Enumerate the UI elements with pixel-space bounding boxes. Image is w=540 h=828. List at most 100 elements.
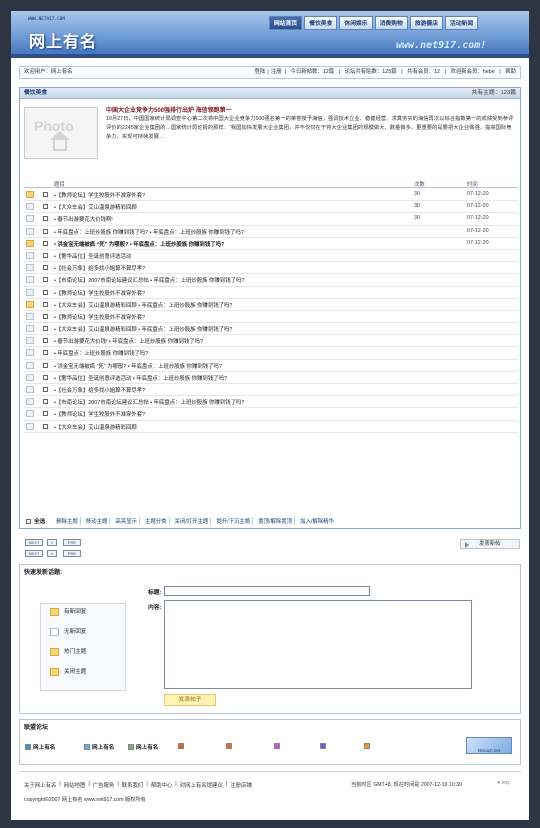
row-checkbox[interactable] xyxy=(43,265,48,271)
site-icon[interactable] xyxy=(364,743,370,749)
featured-title[interactable]: 中国大企业竞争力500强排行出炉 海信领跑第一 xyxy=(106,105,232,114)
row-checkbox[interactable] xyxy=(43,289,48,295)
prev-page-button[interactable]: PRE xyxy=(63,539,81,546)
op-close-open[interactable]: 关闭/打开主题 xyxy=(173,517,212,525)
login-link[interactable]: 登陆 xyxy=(255,67,266,78)
table-row[interactable]: • 年底盘点：上班炒股族 你赚到钱了吗? xyxy=(24,347,518,360)
row-checkbox[interactable] xyxy=(43,240,48,246)
next-page-button[interactable]: NEXT xyxy=(25,539,43,546)
site-icon[interactable] xyxy=(226,743,232,749)
topic-title[interactable]: •【市南论坛】2007市南论坛建议汇总帖 • 年底盘点：上班炒股族 你赚到钱了吗… xyxy=(54,398,244,406)
footer-sitemap[interactable]: 网站地图 xyxy=(64,781,86,789)
table-row[interactable]: • 春节出游要花大价钱! • 年底盘点：上班炒股族 你赚到钱了吗? xyxy=(24,335,518,348)
row-checkbox[interactable] xyxy=(43,216,48,222)
row-checkbox[interactable] xyxy=(43,204,48,210)
last-page-icon[interactable]: » xyxy=(47,539,57,546)
topic-title[interactable]: •【大众车会】艾山温泉游精彩回顾 • 年底盘点：上班炒股族 你赚到钱了吗? xyxy=(54,325,232,333)
table-row[interactable]: • 春节出游要花大价钱啊! 30 07-12-20 xyxy=(24,213,518,226)
topic-title[interactable]: •【奢华品位】圣诞创意评选活动 • 年底盘点：上班炒股族 你赚到钱了吗? xyxy=(54,374,227,382)
topic-title[interactable]: • 洪金宝无端被疯 “死” 为哪般? • 年底盘点：上班炒股族 你赚到钱了吗? xyxy=(54,362,222,370)
topic-title[interactable]: •【教师论坛】学生狡股外不准穿外套? xyxy=(54,410,145,418)
table-row[interactable]: •【大众车会】艾山温泉游精彩回顾 30 07-12-20 xyxy=(24,201,518,214)
table-row[interactable]: •【奢华品位】圣诞创意评选活动 • 年底盘点：上班炒股族 你赚到钱了吗? xyxy=(24,372,518,384)
nav-home[interactable]: 网站首页 xyxy=(269,16,303,30)
next-page-button-2[interactable]: NEXT xyxy=(25,550,43,557)
table-row[interactable]: •【大众车会】艾山温泉游精彩回顾 xyxy=(24,421,518,433)
footer-suggest[interactable]: 对网上有名提建议 xyxy=(180,781,223,789)
nav-travel[interactable]: 旅游摄店 xyxy=(409,16,444,30)
op-highlight[interactable]: 高亮显示 xyxy=(113,517,140,525)
row-checkbox[interactable] xyxy=(43,252,48,258)
site-icon[interactable] xyxy=(178,743,184,749)
table-row[interactable]: •【社会万象】给多找小姐算不算尽孝? xyxy=(24,262,518,275)
row-checkbox[interactable] xyxy=(43,192,48,197)
back-to-top[interactable]: ● top xyxy=(497,780,509,786)
nav-food[interactable]: 餐饮美食 xyxy=(304,16,338,30)
table-row[interactable]: •【大众车会】艾山温泉游精彩回顾 • 年底盘点：上班炒股族 你赚到钱了吗? xyxy=(24,299,518,311)
op-move[interactable]: 移动主题 xyxy=(84,517,111,525)
register-link[interactable]: 注册 xyxy=(271,67,282,78)
topic-title[interactable]: •【市南论坛】2007市南论坛建议汇总帖 • 年底盘点：上班炒股族 你赚到钱了吗… xyxy=(54,276,244,284)
topic-title[interactable]: •【奢华品位】圣诞创意评选活动 xyxy=(54,252,131,260)
row-checkbox[interactable] xyxy=(43,228,48,234)
row-checkbox[interactable] xyxy=(43,362,48,368)
site-icon[interactable] xyxy=(320,743,326,749)
op-delete[interactable]: 删除主题 xyxy=(54,517,81,525)
nav-leisure[interactable]: 休闲娱乐 xyxy=(339,16,373,30)
table-row[interactable]: •【市南论坛】2007市南论坛建议汇总帖 • 年底盘点：上班炒股族 你赚到钱了吗… xyxy=(24,396,518,409)
row-checkbox[interactable] xyxy=(43,301,48,307)
table-row[interactable]: •【教师论坛】学生狡股外不准穿外套? xyxy=(24,311,518,324)
alliance-link-3[interactable]: 网上有名 xyxy=(128,743,158,751)
table-row[interactable]: •【教师论坛】学生狡股外不准穿外套? 30 07-12-20 xyxy=(24,189,518,202)
table-row[interactable]: • 洪金宝无端被疯 “死” 为哪般? • 年底盘点：上班炒股族 你赚到钱了吗? 0… xyxy=(24,238,518,250)
help-link[interactable]: 帮助 xyxy=(505,69,516,75)
table-row[interactable]: • 年底盘点：上班炒股族 你赚到钱了吗? • 年底盘点：上班炒股族 你赚到钱了吗… xyxy=(24,226,518,238)
table-row[interactable]: •【社会万象】给多找小姐算不算尽孝? xyxy=(24,384,518,397)
table-row[interactable]: • 洪金宝无端被疯 “死” 为哪般? • 年底盘点：上班炒股族 你赚到钱了吗? xyxy=(24,360,518,372)
topic-title[interactable]: •【大众车会】艾山温泉游精彩回顾 • 年底盘点：上班炒股族 你赚到钱了吗? xyxy=(54,301,232,309)
topic-title[interactable]: • 年底盘点：上班炒股族 你赚到钱了吗? xyxy=(54,349,148,357)
subject-input[interactable] xyxy=(164,586,370,596)
topic-title[interactable]: •【社会万象】给多找小姐算不算尽孝? xyxy=(54,264,145,272)
topic-title[interactable]: •【大众车会】艾山温泉游精彩回顾 xyxy=(54,423,137,431)
row-checkbox[interactable] xyxy=(43,399,48,405)
topic-title[interactable]: •【大众车会】艾山温泉游精彩回顾 xyxy=(54,203,137,211)
op-digest[interactable]: 加入/解除精华 xyxy=(298,517,336,525)
row-checkbox[interactable] xyxy=(43,411,48,417)
row-checkbox[interactable] xyxy=(43,423,48,429)
row-checkbox[interactable] xyxy=(43,313,48,319)
row-checkbox[interactable] xyxy=(43,350,48,356)
topic-title[interactable]: • 年底盘点：上班炒股族 你赚到钱了吗? • 年底盘点：上班炒股族 你赚到钱了吗… xyxy=(54,228,244,236)
topic-title[interactable]: •【教师论坛】学生狡股外不准穿外套? xyxy=(54,191,145,199)
row-checkbox[interactable] xyxy=(43,374,48,380)
topic-title[interactable]: • 春节出游要花大价钱啊! xyxy=(54,215,113,223)
topic-title[interactable]: •【社会万象】给多找小姐算不算尽孝? xyxy=(54,386,145,394)
nav-shopping[interactable]: 消费购物 xyxy=(374,16,408,30)
alliance-link-1[interactable]: 网上有名 xyxy=(25,743,55,751)
first-page-icon[interactable]: « xyxy=(47,550,57,557)
submit-post-button[interactable]: 发表帖子 xyxy=(164,694,216,706)
table-row[interactable]: •【大众车会】艾山温泉游精彩回顾 • 年底盘点：上班炒股族 你赚到钱了吗? xyxy=(24,323,518,336)
select-all-checkbox[interactable] xyxy=(26,518,31,524)
footer-register-shop[interactable]: 注册店铺 xyxy=(230,781,252,789)
row-checkbox[interactable] xyxy=(43,326,48,332)
footer-about[interactable]: 关于网上有名 xyxy=(24,781,56,789)
row-checkbox[interactable] xyxy=(43,387,48,392)
topic-title[interactable]: • 洪金宝无端被疯 “死” 为哪般? • 年底盘点：上班炒股族 你赚到钱了吗? xyxy=(54,240,224,248)
op-categorize[interactable]: 主题分类 xyxy=(143,517,170,525)
row-checkbox[interactable] xyxy=(43,277,48,283)
discuz-badge[interactable]: Discuz!.net xyxy=(466,737,512,754)
topic-title[interactable]: •【教师论坛】学生狡股外不准穿外套? xyxy=(54,289,145,297)
table-row[interactable]: •【教师论坛】学生狡股外不准穿外套? xyxy=(24,287,518,299)
content-textarea[interactable] xyxy=(164,600,472,689)
table-row[interactable]: •【奢华品位】圣诞创意评选活动 xyxy=(24,250,518,263)
footer-help[interactable]: 帮助中心 xyxy=(151,781,173,789)
footer-contact[interactable]: 联系我们 xyxy=(122,781,144,789)
site-logo[interactable]: 网上有名 xyxy=(29,28,97,52)
table-row[interactable]: •【教师论坛】学生狡股外不准穿外套? xyxy=(24,408,518,421)
new-post-button[interactable]: 发表新帖 xyxy=(460,539,520,549)
nav-events[interactable]: 活动新闻 xyxy=(445,16,479,30)
op-sticky[interactable]: 置顶/解除置顶 xyxy=(256,517,296,525)
row-checkbox[interactable] xyxy=(43,338,48,344)
alliance-link-2[interactable]: 网上有名 xyxy=(84,743,114,751)
